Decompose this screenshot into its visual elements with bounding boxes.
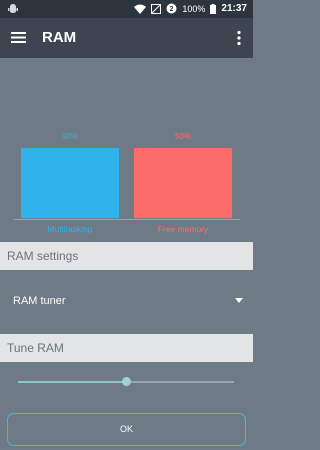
multitasking-bar [21,148,119,218]
free-memory-value-label: 50% [174,132,191,141]
tune-ram-slider-thumb[interactable] [121,377,131,386]
ram-tuner-label[interactable]: RAM tuner [13,295,66,307]
data-saver-icon: 2 [166,3,177,14]
chart-baseline [14,219,240,220]
svg-text:2: 2 [170,6,174,13]
battery-icon [210,3,217,14]
more-options-icon[interactable] [236,30,242,46]
menu-icon[interactable] [11,31,26,44]
ram-settings-header: RAM settings [0,242,253,270]
clock: 21:37 [221,3,247,14]
no-signal-icon [151,3,162,14]
dropdown-arrow-icon[interactable] [235,298,243,303]
wifi-icon [134,4,147,14]
multitasking-category-label: Multitasking [47,224,93,234]
tune-ram-slider-fill [18,381,126,383]
android-debug-icon [8,4,18,13]
ok-button[interactable]: OK [7,413,246,446]
app-toolbar: RAM [0,18,253,58]
tune-ram-header: Tune RAM [0,334,253,362]
status-bar: 2 100% 21:37 [0,0,253,18]
battery-percent: 100% [182,3,206,14]
page-title: RAM [42,29,77,46]
free-memory-category-label: Free memory [157,224,209,234]
multitasking-value-label: 50% [61,132,78,141]
free-memory-bar [134,148,232,218]
